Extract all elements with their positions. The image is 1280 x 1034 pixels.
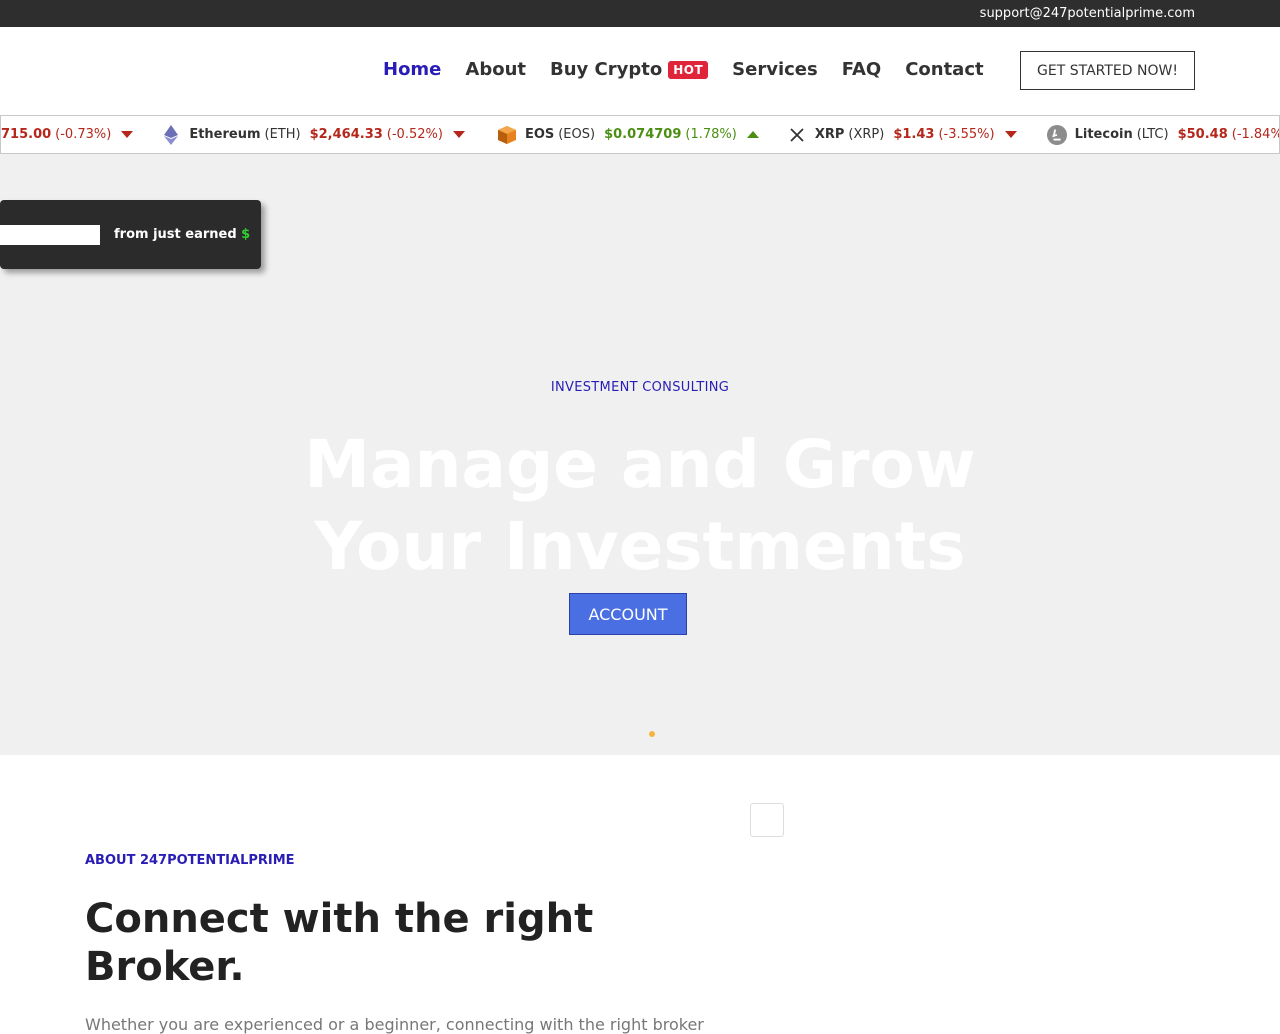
- eos-icon: [497, 125, 517, 145]
- coin-symbol: (EOS): [558, 127, 596, 142]
- ticker-change: (1.78%): [685, 127, 737, 142]
- account-button[interactable]: ACCOUNT: [569, 593, 687, 635]
- about-section: ABOUT 247POTENTIALPRIME Connect with the…: [0, 755, 1280, 1034]
- nav-faq[interactable]: FAQ: [842, 59, 881, 80]
- nav-about[interactable]: About: [465, 59, 526, 80]
- coin-symbol: (LTC): [1136, 127, 1169, 142]
- site-header: Home About Buy Crypto HOT Services FAQ C…: [0, 27, 1280, 115]
- arrow-down-icon: [1004, 131, 1017, 138]
- ticker-price: $2,464.33: [309, 127, 383, 142]
- popup-message: from just earned: [114, 227, 237, 242]
- ticker-change: (-1.84%): [1231, 127, 1279, 142]
- coin-name: Ethereum: [189, 127, 261, 142]
- coin-symbol: (ETH): [264, 127, 301, 142]
- xrp-icon: [787, 125, 807, 145]
- arrow-up-icon: [746, 131, 759, 138]
- ticker-price: 715.00: [1, 127, 52, 142]
- nav-home[interactable]: Home: [383, 59, 441, 80]
- popup-currency: $: [241, 227, 251, 242]
- popup-name-box: [0, 225, 100, 245]
- hot-badge: HOT: [668, 60, 709, 79]
- coin-name: XRP: [814, 127, 845, 142]
- hero-title: Manage and Grow Your Investments: [240, 424, 1040, 588]
- ethereum-icon: [161, 124, 181, 145]
- main-nav: Home About Buy Crypto HOT Services FAQ C…: [383, 59, 1008, 80]
- hero-title-line2: Your Investments: [314, 508, 966, 585]
- coin-name: Litecoin: [1074, 127, 1133, 142]
- nav-contact[interactable]: Contact: [905, 59, 983, 80]
- coin-symbol: (XRP): [848, 127, 885, 142]
- nav-services[interactable]: Services: [732, 59, 818, 80]
- nav-buy-crypto-label: Buy Crypto: [550, 59, 663, 80]
- hero-section: from just earned $ INVESTMENT CONSULTING…: [0, 154, 1280, 755]
- hero-title-line1: Manage and Grow: [304, 426, 976, 503]
- top-bar: support@247potentialprime.com: [0, 0, 1280, 27]
- litecoin-icon: [1046, 124, 1067, 145]
- arrow-down-icon: [121, 131, 134, 138]
- get-started-button[interactable]: GET STARTED NOW!: [1020, 51, 1195, 90]
- earnings-popup[interactable]: from just earned $: [0, 200, 261, 269]
- ticker-item-ethereum[interactable]: Ethereum (ETH) $2,464.33 (-0.52%): [161, 124, 465, 145]
- coin-name: EOS: [524, 127, 555, 142]
- ticker-change: (-0.52%): [386, 127, 443, 142]
- nav-buy-crypto[interactable]: Buy Crypto HOT: [550, 59, 709, 80]
- ticker-price: $1.43: [893, 127, 935, 142]
- ticker-price: $50.48: [1177, 127, 1228, 142]
- support-email[interactable]: support@247potentialprime.com: [980, 6, 1195, 21]
- popup-text: from just earned $: [114, 227, 250, 242]
- hero-kicker: INVESTMENT CONSULTING: [550, 380, 730, 395]
- ticker-item[interactable]: 715.00 (-0.73%): [1, 127, 134, 142]
- about-kicker: ABOUT 247POTENTIALPRIME: [85, 853, 295, 868]
- ticker-change: (-0.73%): [55, 127, 112, 142]
- ticker-track: 715.00 (-0.73%) Ethereum (ETH) $2,464.33…: [1, 116, 1279, 153]
- about-text: Whether you are experienced or a beginne…: [85, 1015, 704, 1034]
- arrow-down-icon: [452, 131, 465, 138]
- ticker-item-xrp[interactable]: XRP (XRP) $1.43 (-3.55%): [787, 125, 1017, 145]
- ticker-item-eos[interactable]: EOS (EOS) $0.074709 (1.78%): [497, 125, 759, 145]
- about-title: Connect with the right Broker.: [85, 896, 594, 990]
- slider-dot[interactable]: [649, 731, 655, 737]
- crypto-ticker: 715.00 (-0.73%) Ethereum (ETH) $2,464.33…: [0, 115, 1280, 154]
- ticker-item-litecoin[interactable]: Litecoin (LTC) $50.48 (-1.84%): [1046, 124, 1279, 145]
- ticker-price: $0.074709: [604, 127, 682, 142]
- ticker-change: (-3.55%): [938, 127, 995, 142]
- image-placeholder: [750, 803, 784, 837]
